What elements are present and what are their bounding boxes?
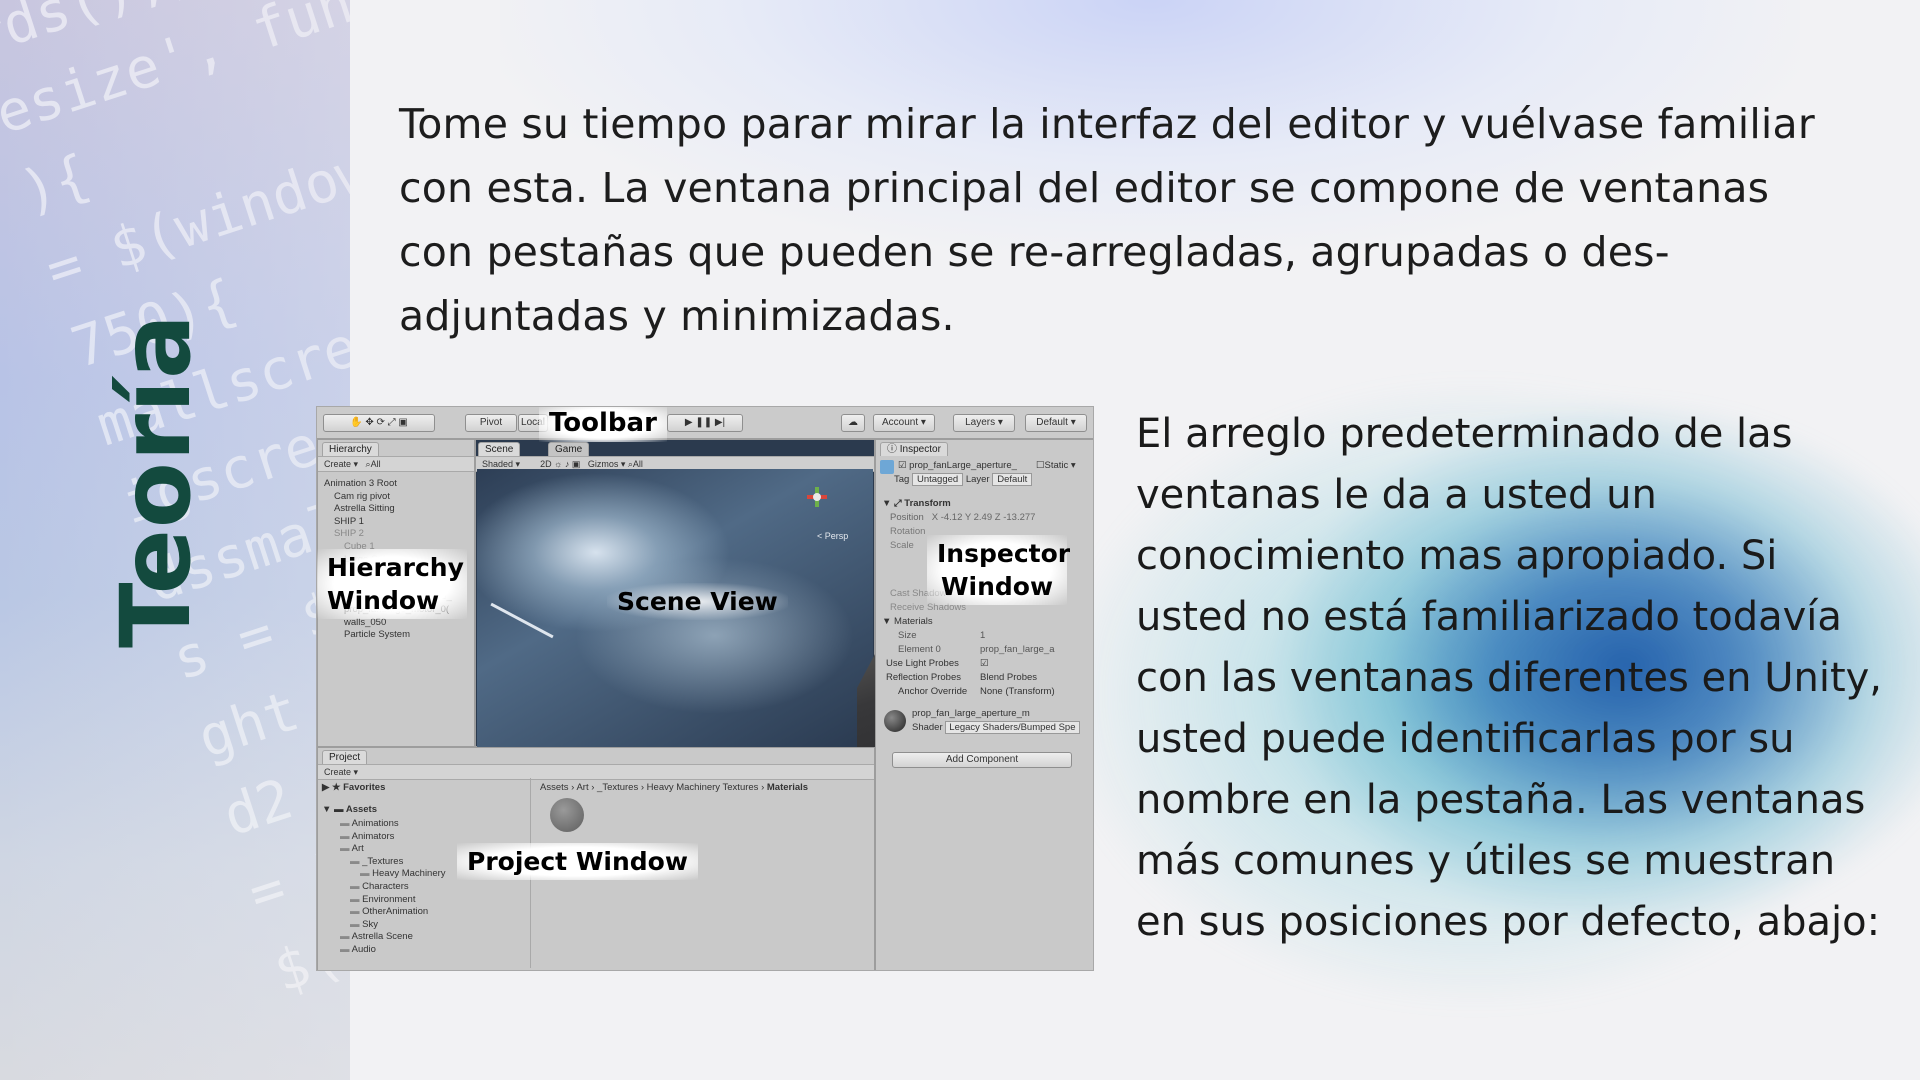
favorites-folder[interactable]: ▶ ★ Favorites [322,782,385,793]
pivot-button[interactable]: Pivot [465,414,517,432]
project-tab[interactable]: Project [322,750,368,764]
project-folder[interactable]: ▬ Animations [340,818,399,829]
project-window-label: Project Window [457,843,698,880]
hierarchy-item[interactable]: Animation 3 Root [324,478,397,489]
inspector-tab[interactable]: ⓘ Inspector [880,442,948,456]
project-folder[interactable]: ▬ Audio [340,944,376,955]
project-folder[interactable]: ▬ Art [340,843,364,854]
transform-header[interactable]: ▼ ⤢ Transform [882,498,951,509]
folder-icon: ▬ [340,944,352,955]
project-folder[interactable]: ▬ Animators [340,831,394,842]
project-folder[interactable]: ▬ Sky [350,919,378,930]
hierarchy-create[interactable]: Create [324,459,351,469]
inspector-panel: ⓘ Inspector ☑ prop_fanLarge_aperture_ ☐S… [875,439,1093,970]
folder-icon: ▬ [350,918,363,930]
material-sphere-icon [884,710,906,732]
project-folder[interactable]: ▬ Environment [350,894,415,905]
reflection-dropdown[interactable]: Blend Probes [980,672,1037,683]
2d-toggle[interactable]: 2D [540,459,552,469]
project-breadcrumb: Assets › Art › _Textures › Heavy Machine… [540,782,809,793]
folder-icon: ▬ [350,855,363,867]
tag-dropdown[interactable]: Untagged [911,473,964,486]
scene-gizmo-icon[interactable] [807,487,827,507]
editor-toolbar: ✋ ✥ ⟳ ⤢ ▣ Pivot Local ▶ ❚❚ ▶| ☁ Account … [317,407,1093,439]
hierarchy-item[interactable]: SHIP 2 [334,528,364,539]
breadcrumb-item[interactable]: Art [576,782,588,793]
breadcrumb-item[interactable]: Materials [767,782,808,793]
hierarchy-item[interactable]: Astrella Sitting [334,503,395,514]
shader-dropdown[interactable]: Legacy Shaders/Bumped Spe [945,721,1080,734]
slide-title: Teoría [100,313,212,648]
intro-paragraph: Tome su tiempo parar mirar la interfaz d… [399,100,1815,340]
project-folder[interactable]: ▬ Astrella Scene [340,931,413,942]
inspector-window-label: Inspector Window [927,535,1070,605]
scene-view-label: Scene View [607,583,788,620]
project-folder[interactable]: ▬ Heavy Machinery [360,868,446,879]
folder-icon: ▬ [340,843,352,855]
folder-icon: ▬ [350,881,363,892]
anchor-field[interactable]: None (Transform) [980,686,1055,697]
persp-label: < Persp [817,531,849,541]
layer-dropdown[interactable]: Default [992,473,1033,486]
element0-field[interactable]: prop_fan_large_a [980,644,1054,655]
game-tab[interactable]: Game [548,442,590,456]
hierarchy-item[interactable]: Particle System [344,629,410,640]
gizmos-dropdown[interactable]: Gizmos [588,459,619,469]
project-folder[interactable]: ▬ Characters [350,881,409,892]
layout-dropdown[interactable]: Default ▾ [1025,414,1087,432]
play-controls[interactable]: ▶ ❚❚ ▶| [667,414,743,432]
shaded-dropdown[interactable]: Shaded [482,459,513,469]
project-create[interactable]: Create [324,767,351,777]
hierarchy-item[interactable]: SHIP 1 [334,516,364,527]
static-checkbox[interactable]: ☐Static ▾ [1036,460,1076,471]
breadcrumb-item[interactable]: Heavy Machinery Textures [647,782,759,793]
transform-tools[interactable]: ✋ ✥ ⟳ ⤢ ▣ [323,414,435,432]
breadcrumb-item[interactable]: Assets [540,782,569,793]
scene-tab[interactable]: Scene [478,442,521,456]
folder-icon: ▬ [350,893,363,905]
material-asset-thumbnail[interactable] [550,798,584,832]
unity-editor-screenshot: ✋ ✥ ⟳ ⤢ ▣ Pivot Local ▶ ❚❚ ▶| ☁ Account … [316,406,1094,971]
project-folder[interactable]: ▬ _Textures [350,856,403,867]
folder-icon: ▬ [340,818,352,829]
folder-icon: ▬ [350,906,363,918]
project-folder[interactable]: ▬ OtherAnimation [350,906,428,917]
breadcrumb-item[interactable]: _Textures [597,782,638,793]
light-probes-checkbox[interactable]: ☑ [980,658,989,669]
hierarchy-window-label: Hierarchy Window [317,549,467,619]
hierarchy-tab[interactable]: Hierarchy [322,442,379,456]
add-component-button[interactable]: Add Component [892,752,1072,768]
folder-icon: ▬ [340,830,352,842]
side-paragraph: El arreglo predeterminado de las ventana… [1136,411,1883,945]
cube-icon [880,460,894,474]
assets-folder[interactable]: ▼ ▬ Assets [322,804,377,815]
object-name-field: prop_fanLarge_aperture_ [909,460,1017,471]
layers-dropdown[interactable]: Layers ▾ [953,414,1015,432]
folder-icon: ▬ [360,868,373,880]
folder-icon: ▬ [340,931,352,943]
cloud-icon[interactable]: ☁ [841,414,865,432]
hierarchy-item[interactable]: Cam rig pivot [334,491,390,502]
toolbar-label: Toolbar [539,407,667,442]
account-dropdown[interactable]: Account ▾ [873,414,935,432]
